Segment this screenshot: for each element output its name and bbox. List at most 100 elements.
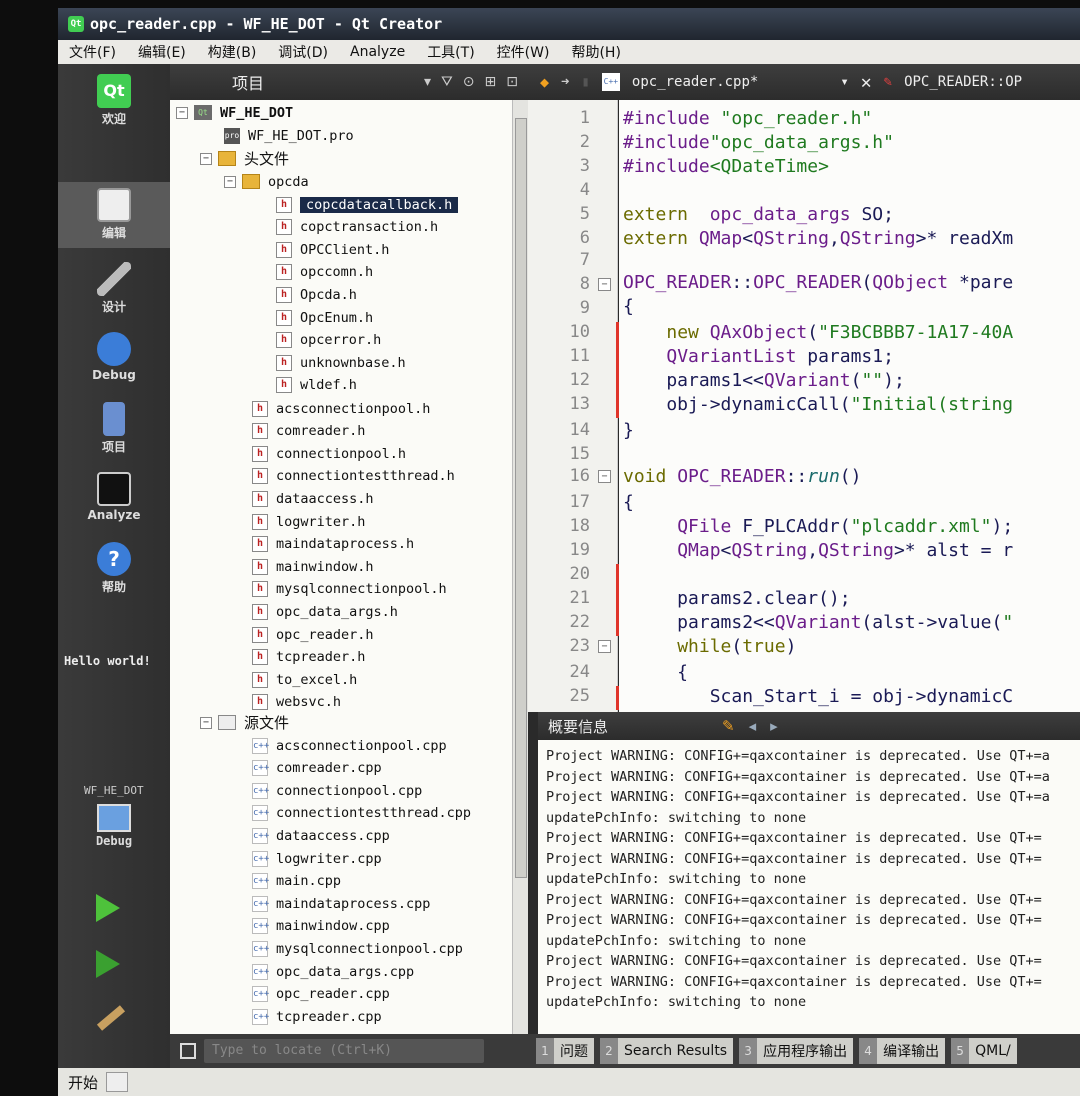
fold-marker-icon[interactable]: − (598, 278, 611, 291)
tree-root[interactable]: − Qt WF_HE_DOT (176, 102, 293, 123)
close-panel-icon[interactable]: ⊡ (506, 74, 518, 90)
code-editor[interactable]: #include "opc_reader.h" #include"opc_dat… (619, 100, 1080, 712)
mode-edit[interactable]: 编辑 (58, 182, 170, 248)
mode-design[interactable]: 设计 (58, 256, 170, 322)
tree-file-item[interactable]: c++ tcpreader.cpp (252, 1006, 382, 1027)
kit-selector[interactable]: Debug (58, 804, 170, 848)
collapse-icon[interactable]: − (176, 106, 188, 119)
clear-output-icon[interactable]: ✎ (722, 717, 735, 735)
tree-file-item[interactable]: h comreader.h (252, 421, 365, 442)
tree-file-item[interactable]: c++ opc_data_args.cpp (252, 961, 414, 982)
run-button[interactable] (96, 894, 120, 922)
file-dropdown-icon[interactable]: ▾ (840, 74, 848, 90)
menu-help[interactable]: 帮助(H) (560, 42, 631, 62)
tree-file-item[interactable]: h mainwindow.h (252, 556, 374, 577)
tree-file-item[interactable]: h opc_data_args.h (252, 601, 398, 622)
output-line: updatePchInfo: switching to none (546, 809, 807, 826)
menu-build[interactable]: 构建(B) (197, 42, 268, 62)
link-icon[interactable]: ⊙ (463, 74, 475, 90)
editor-tab[interactable]: opc_reader.cpp* (632, 74, 758, 90)
line-number: 22 (569, 612, 590, 632)
menu-analyze[interactable]: Analyze (339, 44, 416, 60)
tree-file-item[interactable]: h logwriter.h (252, 511, 365, 532)
mode-help[interactable]: ? 帮助 (58, 536, 170, 602)
tree-file-item[interactable]: c++ main.cpp (252, 871, 341, 892)
mode-analyze[interactable]: Analyze (58, 466, 170, 532)
menu-widgets[interactable]: 控件(W) (486, 42, 561, 62)
pane-tab-app-output[interactable]: 3 应用程序输出 (739, 1038, 854, 1064)
tree-file-item[interactable]: h copcdatacallback.h (276, 194, 459, 215)
tree-sources[interactable]: − 源文件 (200, 712, 289, 733)
tree-file-item[interactable]: h opccomn.h (276, 262, 373, 283)
symbol-icon: ✎ (883, 74, 893, 90)
tree-file-item[interactable]: h opcerror.h (276, 330, 381, 351)
tree-file-item[interactable]: h opc_reader.h (252, 624, 374, 645)
mode-welcome[interactable]: Qt 欢迎 (58, 68, 170, 134)
qt-project-icon: Qt (194, 105, 212, 120)
tree-file-item[interactable]: c++ dataaccess.cpp (252, 825, 390, 846)
collapse-icon[interactable]: − (224, 175, 236, 188)
tree-item-pro[interactable]: pro WF_HE_DOT.pro (224, 125, 354, 146)
pane-tab-search[interactable]: 2 Search Results (600, 1038, 734, 1064)
tree-file-item[interactable]: c++ connectionpool.cpp (252, 780, 422, 801)
tree-opcda[interactable]: − opcda (224, 171, 309, 192)
next-arrow-icon[interactable]: ▸ (770, 717, 778, 735)
tree-file-item[interactable]: c++ opc_reader.cpp (252, 984, 390, 1005)
tree-file-item[interactable]: h OPCClient.h (276, 239, 389, 260)
mode-debug[interactable]: Debug (58, 326, 170, 392)
split-icon[interactable]: ⊞ (485, 74, 497, 90)
tree-file-item[interactable]: c++ maindataprocess.cpp (252, 893, 430, 914)
locator-input[interactable]: Type to locate (Ctrl+K) (204, 1039, 484, 1063)
debug-run-button[interactable] (96, 950, 120, 978)
prev-arrow-icon[interactable]: ◂ (749, 717, 757, 735)
collapse-icon[interactable]: − (200, 716, 212, 729)
menu-file[interactable]: 文件(F) (58, 42, 127, 62)
symbol-selector[interactable]: OPC_READER::OP (904, 74, 1022, 90)
tree-file-item[interactable]: h to_excel.h (252, 669, 357, 690)
menu-edit[interactable]: 编辑(E) (127, 42, 197, 62)
tree-headers[interactable]: − 头文件 (200, 148, 289, 169)
tree-scrollbar[interactable] (512, 100, 528, 1034)
dropdown-arrow-icon[interactable]: ▾ (424, 74, 431, 90)
line-number-gutter: 1 2 3 4 5 6 7 8 9 10 11 12 13 14 15 16 17 18 19 20 21 22 23 24 2… (528, 100, 619, 712)
tree-file-item[interactable]: c++ connectiontestthread.cpp (252, 803, 471, 824)
start-button[interactable]: 开始 (68, 1072, 98, 1093)
tree-file-item[interactable]: h websvc.h (252, 692, 341, 713)
tree-file-item[interactable]: h acsconnectionpool.h (252, 398, 430, 419)
collapse-icon[interactable]: − (200, 152, 212, 165)
back-arrow-icon[interactable]: ◆ (540, 73, 549, 91)
tree-file-item[interactable]: h wldef.h (276, 375, 357, 396)
tree-file-item[interactable]: c++ comreader.cpp (252, 758, 382, 779)
mode-projects[interactable]: 项目 (58, 396, 170, 462)
menu-tools[interactable]: 工具(T) (416, 42, 485, 62)
tree-file-item[interactable]: h mysqlconnectionpool.h (252, 579, 447, 600)
tree-scrollbar-thumb[interactable] (515, 118, 527, 878)
mode-design-label: 设计 (101, 300, 126, 314)
forward-arrow-icon[interactable]: ➜ (561, 74, 569, 90)
pane-tab-issues[interactable]: 1 问题 (536, 1038, 594, 1064)
project-tree: − Qt WF_HE_DOT pro WF_HE_DOT.pro − 头文件 −… (170, 100, 512, 1034)
pane-tab-qml[interactable]: 5 QML/ (951, 1038, 1017, 1064)
build-hammer-icon[interactable] (96, 1005, 126, 1031)
tree-file-item[interactable]: h dataaccess.h (252, 488, 374, 509)
tree-file-item[interactable]: h connectiontestthread.h (252, 466, 455, 487)
tree-file-item[interactable]: c++ mainwindow.cpp (252, 916, 390, 937)
tree-file-item[interactable]: c++ logwriter.cpp (252, 848, 382, 869)
menu-debug[interactable]: 调试(D) (267, 42, 339, 62)
fold-marker-icon[interactable]: − (598, 470, 611, 483)
tree-file-item[interactable]: h maindataprocess.h (252, 534, 414, 555)
tree-file-item[interactable]: h OpcEnum.h (276, 307, 373, 328)
tree-file-item[interactable]: c++ mysqlconnectionpool.cpp (252, 938, 463, 959)
tree-file-item[interactable]: c++ acsconnectionpool.cpp (252, 735, 447, 756)
pane-tab-compile-output[interactable]: 4 编译输出 (859, 1038, 946, 1064)
tree-file-item[interactable]: h unknownbase.h (276, 352, 406, 373)
tree-file-item[interactable]: h tcpreader.h (252, 647, 365, 668)
toggle-sidebar-icon[interactable] (180, 1043, 196, 1059)
close-file-icon[interactable]: ✕ (861, 72, 872, 93)
fold-marker-icon[interactable]: − (598, 640, 611, 653)
filter-icon[interactable]: ⛛ (441, 74, 453, 90)
taskbar-window-icon[interactable] (106, 1072, 129, 1092)
tree-file-item[interactable]: h Opcda.h (276, 284, 357, 305)
tree-file-item[interactable]: h copctransaction.h (276, 217, 438, 238)
tree-file-item[interactable]: h connectionpool.h (252, 443, 406, 464)
